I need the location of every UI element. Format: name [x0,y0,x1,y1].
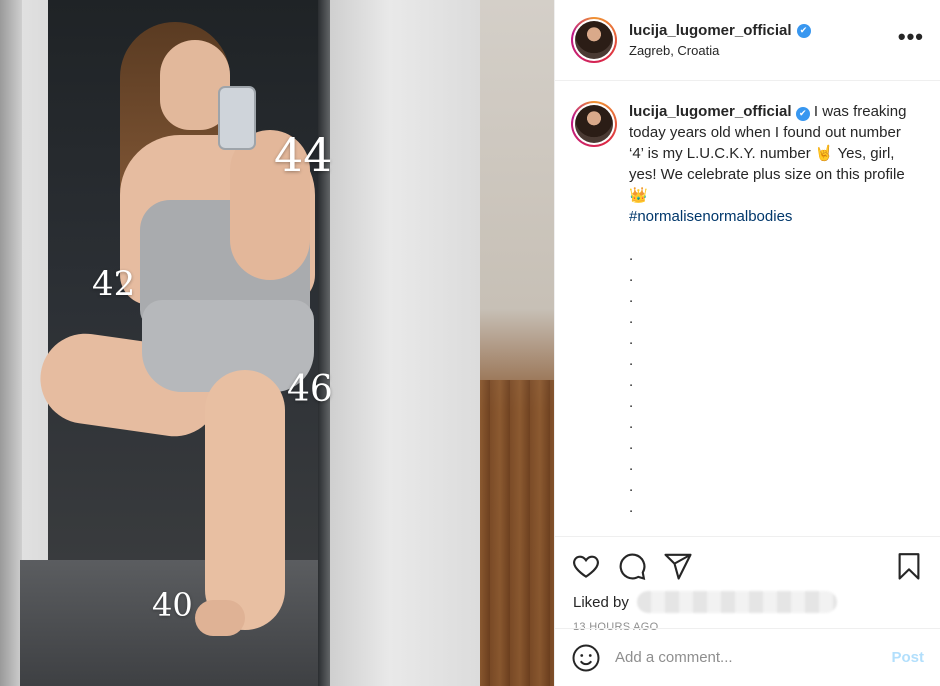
photo-label-42: 42 [92,264,136,304]
post-photo[interactable]: 44 42 46 40 [0,0,554,686]
instagram-post: 44 42 46 40 lucija_lugomer_official ✔ Za… [0,0,940,686]
heart-icon[interactable] [571,551,601,581]
photo-right-wall [330,0,480,686]
header-location[interactable]: Zagreb, Croatia [629,43,811,58]
post-sidebar: lucija_lugomer_official ✔ Zagreb, Croati… [554,0,940,686]
caption-avatar[interactable] [571,101,617,147]
post-header: lucija_lugomer_official ✔ Zagreb, Croati… [555,0,940,81]
photo-label-46: 46 [287,369,333,410]
more-options-icon[interactable]: ••• [898,26,924,48]
post-comment-button[interactable]: Post [891,649,924,666]
photo-label-44: 44 [274,128,333,182]
liked-by: Liked by [573,591,837,613]
comment-input[interactable] [615,649,892,666]
photo-phone [218,86,256,150]
verified-badge-icon: ✔ [796,23,811,38]
photo-figure-foot [195,600,245,636]
caption-section: lucija_lugomer_official ✔ I was freaking… [555,81,940,536]
share-icon[interactable] [663,551,693,581]
photo-label-40: 40 [152,586,193,624]
header-username[interactable]: lucija_lugomer_official [629,22,792,39]
action-bar: Liked by 13 HOURS AGO Post [555,536,940,686]
header-avatar[interactable] [571,17,617,63]
caption-text: lucija_lugomer_official ✔ I was freaking… [629,101,914,536]
caption-hashtag[interactable]: #normalisenormalbodies [629,206,914,227]
emoji-icon[interactable] [571,643,601,673]
avatar-image [575,21,613,59]
verified-badge-icon: ✔ [795,106,810,121]
bookmark-icon[interactable] [894,551,924,581]
caption-username[interactable]: lucija_lugomer_official [629,103,792,120]
avatar-image [575,105,613,143]
caption-dots: . . . . . . . . . . . . . [629,247,634,516]
photo-wood-floor [470,380,554,686]
header-text: lucija_lugomer_official ✔ Zagreb, Croati… [629,22,811,58]
liked-by-label: Liked by [573,593,629,611]
comment-bar: Post [555,628,940,686]
comment-icon[interactable] [617,551,647,581]
header-username-row: lucija_lugomer_official ✔ [629,22,811,39]
photo-left-wall-edge [0,0,22,686]
liked-by-blurred-names [636,591,837,613]
photo-figure-standing-leg [205,370,285,630]
